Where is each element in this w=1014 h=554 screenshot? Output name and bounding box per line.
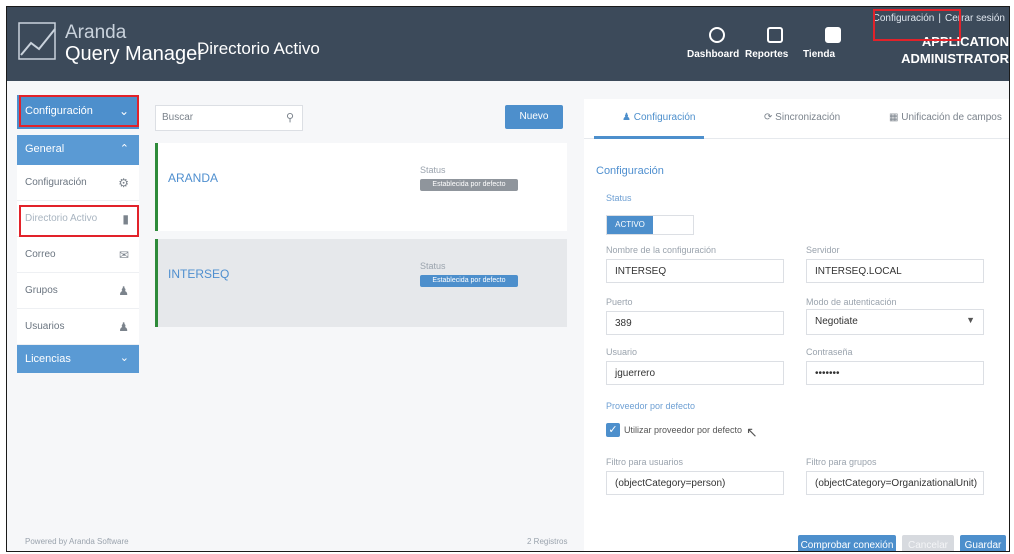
aranda-logo-icon	[18, 22, 56, 60]
pie-chart-icon	[709, 27, 725, 43]
nav-tienda[interactable]: Tienda	[803, 27, 863, 60]
brand-large: Query Manager	[65, 43, 204, 65]
store-icon	[825, 27, 841, 43]
list-item-aranda[interactable]: ARANDA Status Establecida por defecto	[155, 143, 567, 231]
list-item-name: ARANDA	[168, 171, 219, 185]
brand-small: Aranda	[65, 22, 127, 43]
server-label: Servidor	[806, 245, 840, 255]
cancel-button[interactable]: Cancelar	[902, 535, 954, 551]
section-title: Configuración	[596, 165, 664, 177]
nav-dashboard[interactable]: Dashboard	[687, 27, 747, 60]
user-field[interactable]: jguerrero	[606, 361, 784, 385]
port-label: Puerto	[606, 297, 633, 307]
auth-select[interactable]: Negotiate ▼	[806, 309, 984, 335]
default-provider-checkbox-label: Utilizar proveedor por defecto	[624, 425, 743, 435]
test-connection-button[interactable]: Comprobar conexión	[798, 535, 896, 551]
top-header: Aranda Query Manager Directorio Activo D…	[7, 7, 1009, 81]
password-label: Contraseña	[806, 347, 853, 357]
sidebar-general-label: General	[25, 143, 65, 155]
grid-icon: ▦	[889, 112, 899, 123]
sidebar-item-grupos[interactable]: Grupos ♟	[17, 273, 139, 309]
chevron-up-icon: ⌃	[119, 143, 129, 155]
chevron-down-icon: ⌄	[119, 352, 129, 364]
tab-unificacion[interactable]: ▦ Unificación de campos	[889, 112, 1002, 123]
chevron-down-icon: ▼	[966, 315, 975, 325]
port-field[interactable]: 389	[606, 311, 784, 335]
server-field[interactable]: INTERSEQ.LOCAL	[806, 259, 984, 283]
app-window: Aranda Query Manager Directorio Activo D…	[6, 6, 1010, 552]
name-label: Nombre de la configuración	[606, 245, 717, 255]
list-item-interseq[interactable]: INTERSEQ Status Establecida por defecto	[155, 239, 567, 327]
report-icon	[767, 27, 783, 43]
user-label: Usuario	[606, 347, 638, 357]
filter-groups-field[interactable]: (objectCategory=OrganizationalUnit)	[806, 471, 984, 495]
filter-groups-label: Filtro para grupos	[806, 457, 877, 467]
nav-dashboard-label: Dashboard	[687, 49, 740, 60]
user-icon: ♟	[622, 112, 631, 123]
password-field[interactable]: •••••••	[806, 361, 984, 385]
sidebar-item-label: Usuarios	[25, 321, 65, 332]
sidebar-licencias-label: Licencias	[25, 353, 71, 365]
sync-icon: ⟳	[764, 112, 773, 123]
nav-reportes-label: Reportes	[745, 49, 789, 60]
sidebar-item-label: Grupos	[25, 285, 58, 296]
search-icon: ⚲	[285, 112, 294, 124]
status-toggle[interactable]: ACTIVO	[606, 215, 694, 235]
mail-icon: ✉	[118, 248, 129, 262]
sidebar-item-usuarios[interactable]: Usuarios ♟	[17, 309, 139, 345]
config-panel: ♟ Configuración ⟳ Sincronización ▦ Unifi…	[584, 99, 1009, 551]
highlight-config-link	[873, 9, 961, 41]
active-tab-indicator	[594, 136, 704, 139]
highlight-directorio-activo	[19, 205, 139, 237]
tab-label: Unificación de campos	[901, 112, 1002, 123]
user-icon: ♟	[118, 320, 129, 334]
tab-sincronizacion[interactable]: ⟳ Sincronización	[764, 112, 840, 123]
panel-tabs: ♟ Configuración ⟳ Sincronización ▦ Unifi…	[584, 99, 1009, 139]
new-button[interactable]: Nuevo	[505, 105, 563, 129]
status-badge: Establecida por defecto	[420, 275, 518, 287]
filter-users-label: Filtro para usuarios	[606, 457, 684, 467]
sidebar-item-label: Correo	[25, 249, 56, 260]
page-title: Directorio Activo	[197, 39, 320, 58]
list-item-status-label: Status	[420, 261, 446, 271]
auth-select-value: Negotiate	[815, 316, 858, 327]
tab-label: Configuración	[633, 112, 696, 123]
user-name-line2: ADMINISTRATOR	[901, 51, 1009, 66]
toggle-on-label: ACTIVO	[607, 216, 653, 234]
group-icon: ♟	[118, 284, 129, 298]
default-provider-checkbox[interactable]: ✓	[606, 423, 620, 437]
search-input[interactable]: Buscar ⚲	[155, 105, 303, 131]
list-item-status-label: Status	[420, 165, 446, 175]
nav-tienda-label: Tienda	[803, 49, 836, 60]
sidebar-item-configuracion[interactable]: Configuración ⚙	[17, 165, 139, 201]
list-item-name: INTERSEQ	[168, 267, 230, 281]
sidebar-general[interactable]: General ⌃	[17, 135, 139, 165]
gear-icon: ⚙	[118, 176, 129, 190]
nav-reportes[interactable]: Reportes	[745, 27, 805, 60]
sidebar-licencias[interactable]: Licencias ⌄	[17, 345, 139, 373]
filter-users-field[interactable]: (objectCategory=person)	[606, 471, 784, 495]
name-field[interactable]: INTERSEQ	[606, 259, 784, 283]
save-button[interactable]: Guardar	[960, 535, 1006, 551]
list-footer: 2 Registros	[527, 537, 568, 546]
search-placeholder: Buscar	[162, 112, 194, 123]
status-badge: Establecida por defecto	[420, 179, 518, 191]
sidebar-item-correo[interactable]: Correo ✉	[17, 237, 139, 273]
sidebar-item-label: Configuración	[25, 177, 87, 188]
highlight-configuracion	[19, 95, 139, 127]
sidebar-footer: Powered by Aranda Software	[25, 537, 129, 546]
mouse-cursor-icon: ↖	[746, 424, 758, 440]
auth-label: Modo de autenticación	[806, 297, 897, 307]
tab-label: Sincronización	[775, 112, 841, 123]
status-label: Status	[606, 193, 632, 203]
tab-configuracion[interactable]: ♟ Configuración	[622, 112, 695, 123]
provider-label: Proveedor por defecto	[606, 401, 696, 411]
